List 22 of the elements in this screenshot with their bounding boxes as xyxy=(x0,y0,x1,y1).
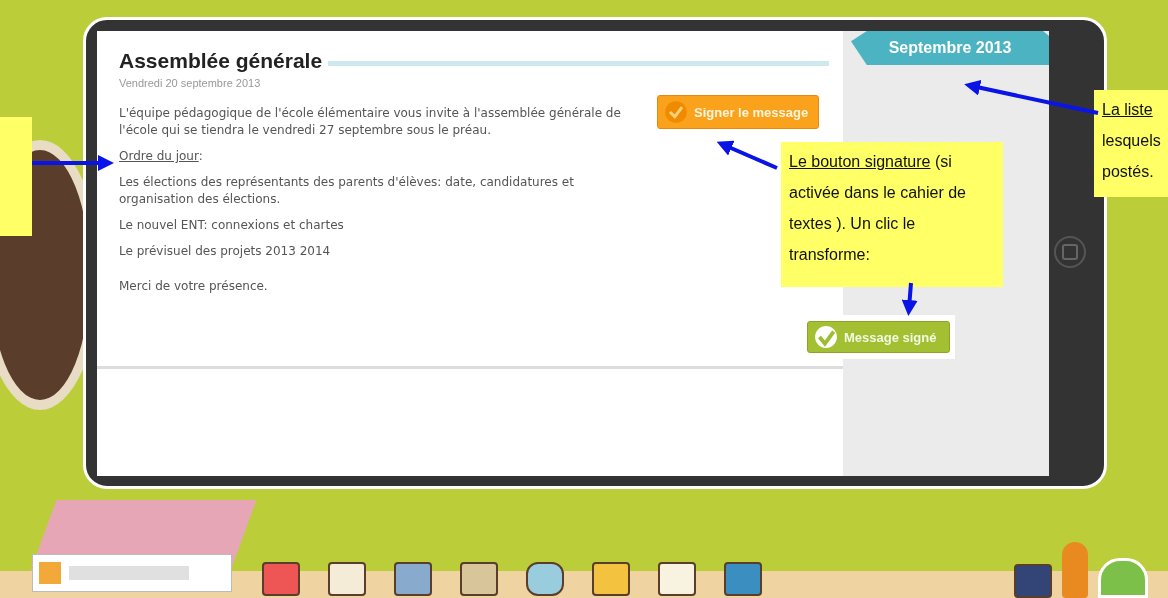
colon-text: : xyxy=(198,149,203,163)
callout-note: Le bouton signature (si activée dans le cahier de textes ). Un clic le transforme: xyxy=(781,142,1003,287)
up-arrow-icon[interactable] xyxy=(1098,558,1148,598)
closing-text: Merci de votre présence. xyxy=(119,278,269,295)
message-title: Assemblée générale xyxy=(119,49,323,73)
sign-button[interactable]: Signer le message xyxy=(657,95,820,129)
callout-note: La liste lesquels postés. xyxy=(1094,90,1168,197)
check-icon xyxy=(664,100,688,124)
photo-placeholder xyxy=(39,562,61,584)
home-button[interactable] xyxy=(1054,236,1086,268)
message-paragraph: L'équipe pédagogique de l'école élémentaire vous invite à l'assemblée générale de l'école qui se tiendra le vendredi 27 septembre sous le préau. xyxy=(119,105,622,139)
month-tab[interactable]: Septembre 2013 xyxy=(851,31,1049,65)
agenda-heading: Ordre du jour xyxy=(119,149,199,163)
pointer-arrow xyxy=(901,282,918,316)
message-paragraph: Le nouvel ENT: connexions et chartes xyxy=(119,217,345,234)
signed-button[interactable]: Message signé xyxy=(807,321,950,353)
message-paragraph: Les élections des représentants des parents d'élèves: date, candidatures et organisation des élections. xyxy=(119,174,575,208)
avatar-silhouette xyxy=(1062,542,1088,598)
check-icon xyxy=(814,325,838,349)
pointer-arrow xyxy=(716,140,778,170)
message-paragraph: Le prévisuel des projets 2013 2014 xyxy=(119,243,332,260)
message-date: Vendredi 20 septembre 2013 xyxy=(119,77,262,89)
